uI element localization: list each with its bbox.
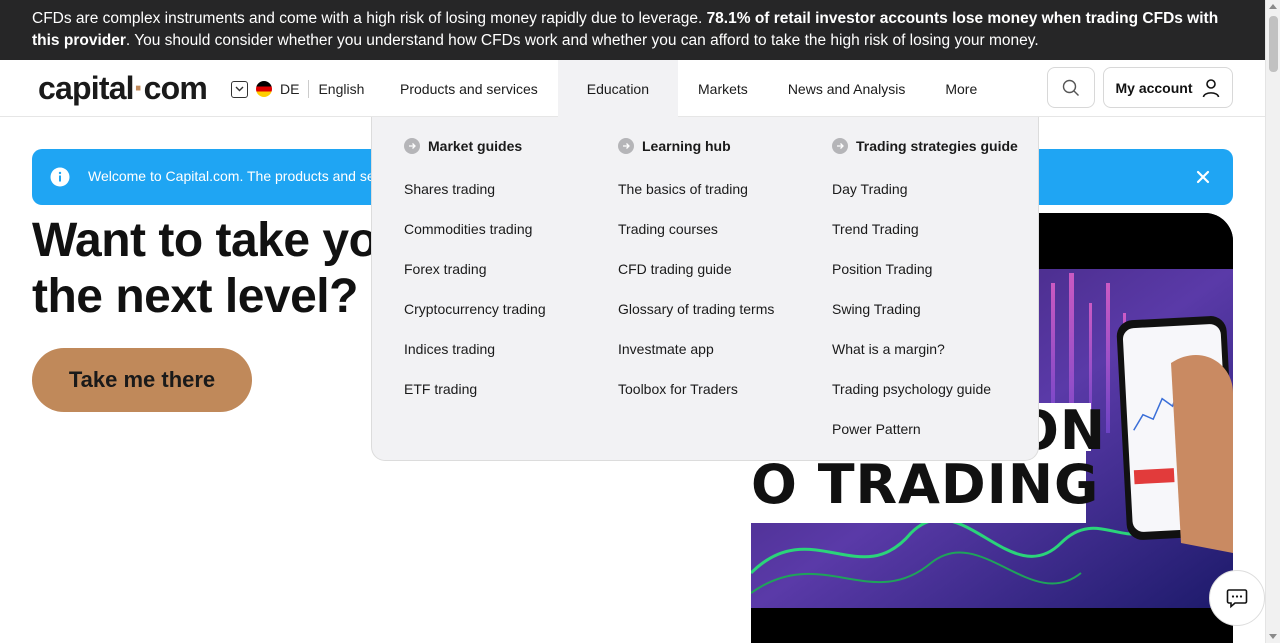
language-selector[interactable]: DE English — [231, 79, 364, 99]
menu-link-investmate-app[interactable]: Investmate app — [618, 341, 714, 357]
risk-text-before: CFDs are complex instruments and come wi… — [32, 10, 707, 27]
nav-education[interactable]: Education — [557, 60, 679, 117]
welcome-text: Welcome to Capital.com. The products and… — [88, 168, 387, 184]
nav-more[interactable]: More — [925, 60, 997, 117]
divider — [308, 80, 310, 98]
nav-markets[interactable]: Markets — [678, 60, 768, 117]
column-heading-label: Trading strategies guide — [856, 138, 1018, 154]
chevron-down-icon[interactable] — [231, 80, 248, 98]
risk-warning-banner: CFDs are complex instruments and come wi… — [0, 0, 1265, 60]
menu-link-what-is-a-margin[interactable]: What is a margin? — [832, 341, 945, 357]
column-heading-market-guides[interactable]: Market guides — [404, 138, 522, 154]
logo-text-com: com — [143, 70, 208, 106]
menu-link-basics-of-trading[interactable]: The basics of trading — [618, 181, 748, 197]
my-account-button[interactable]: My account — [1103, 67, 1233, 108]
logo-dot: · — [133, 70, 145, 106]
menu-link-position-trading[interactable]: Position Trading — [832, 261, 932, 277]
menu-link-day-trading[interactable]: Day Trading — [832, 181, 907, 197]
education-dropdown-menu: Market guides Shares trading Commodities… — [371, 117, 1039, 461]
column-heading-label: Learning hub — [642, 138, 731, 154]
close-icon[interactable] — [1195, 169, 1211, 185]
nav-news-and-analysis[interactable]: News and Analysis — [768, 60, 926, 117]
arrow-right-icon — [618, 138, 634, 154]
info-icon — [50, 167, 70, 187]
user-icon — [1202, 78, 1219, 97]
capital-com-logo[interactable]: capital·com — [38, 70, 208, 107]
chat-button[interactable] — [1209, 570, 1265, 626]
search-button[interactable] — [1047, 67, 1095, 108]
menu-link-commodities-trading[interactable]: Commodities trading — [404, 221, 532, 237]
menu-link-indices-trading[interactable]: Indices trading — [404, 341, 495, 357]
column-heading-label: Market guides — [428, 138, 523, 154]
chat-bubble-icon — [1226, 589, 1248, 609]
menu-link-shares-trading[interactable]: Shares trading — [404, 181, 495, 197]
scroll-down-arrow-icon[interactable] — [1269, 634, 1277, 639]
menu-link-glossary[interactable]: Glossary of trading terms — [618, 301, 774, 317]
menu-link-toolbox-for-traders[interactable]: Toolbox for Traders — [618, 381, 738, 397]
menu-link-cryptocurrency-trading[interactable]: Cryptocurrency trading — [404, 301, 546, 317]
menu-link-trading-psychology-guide[interactable]: Trading psychology guide — [832, 381, 991, 397]
column-heading-learning-hub[interactable]: Learning hub — [618, 138, 731, 154]
page-scrollbar[interactable] — [1265, 0, 1280, 643]
menu-link-forex-trading[interactable]: Forex trading — [404, 261, 486, 277]
arrow-right-icon — [404, 138, 420, 154]
hero-image-caption: O TRADING — [751, 453, 1100, 516]
language-label: English — [318, 81, 365, 97]
search-icon — [1062, 79, 1079, 96]
arrow-right-icon — [832, 138, 848, 154]
menu-link-power-pattern[interactable]: Power Pattern — [832, 421, 921, 437]
scroll-up-arrow-icon[interactable] — [1269, 4, 1277, 9]
site-header: capital·com DE English Products and serv… — [0, 60, 1265, 117]
logo-text-capital: capital — [38, 70, 135, 106]
menu-link-etf-trading[interactable]: ETF trading — [404, 381, 477, 397]
menu-link-trend-trading[interactable]: Trend Trading — [832, 221, 919, 237]
germany-flag-icon — [256, 81, 272, 97]
country-code: DE — [280, 81, 300, 97]
menu-link-swing-trading[interactable]: Swing Trading — [832, 301, 921, 317]
take-me-there-button[interactable]: Take me there — [32, 348, 252, 412]
main-nav: Products and services Education Markets … — [380, 60, 997, 117]
my-account-label: My account — [1115, 79, 1193, 96]
menu-link-cfd-trading-guide[interactable]: CFD trading guide — [618, 261, 732, 277]
scrollbar-thumb[interactable] — [1269, 16, 1278, 72]
risk-text-after: . You should consider whether you unders… — [125, 32, 1039, 49]
column-heading-trading-strategies[interactable]: Trading strategies guide — [832, 138, 1018, 154]
nav-products-and-services[interactable]: Products and services — [380, 60, 558, 117]
menu-link-trading-courses[interactable]: Trading courses — [618, 221, 718, 237]
